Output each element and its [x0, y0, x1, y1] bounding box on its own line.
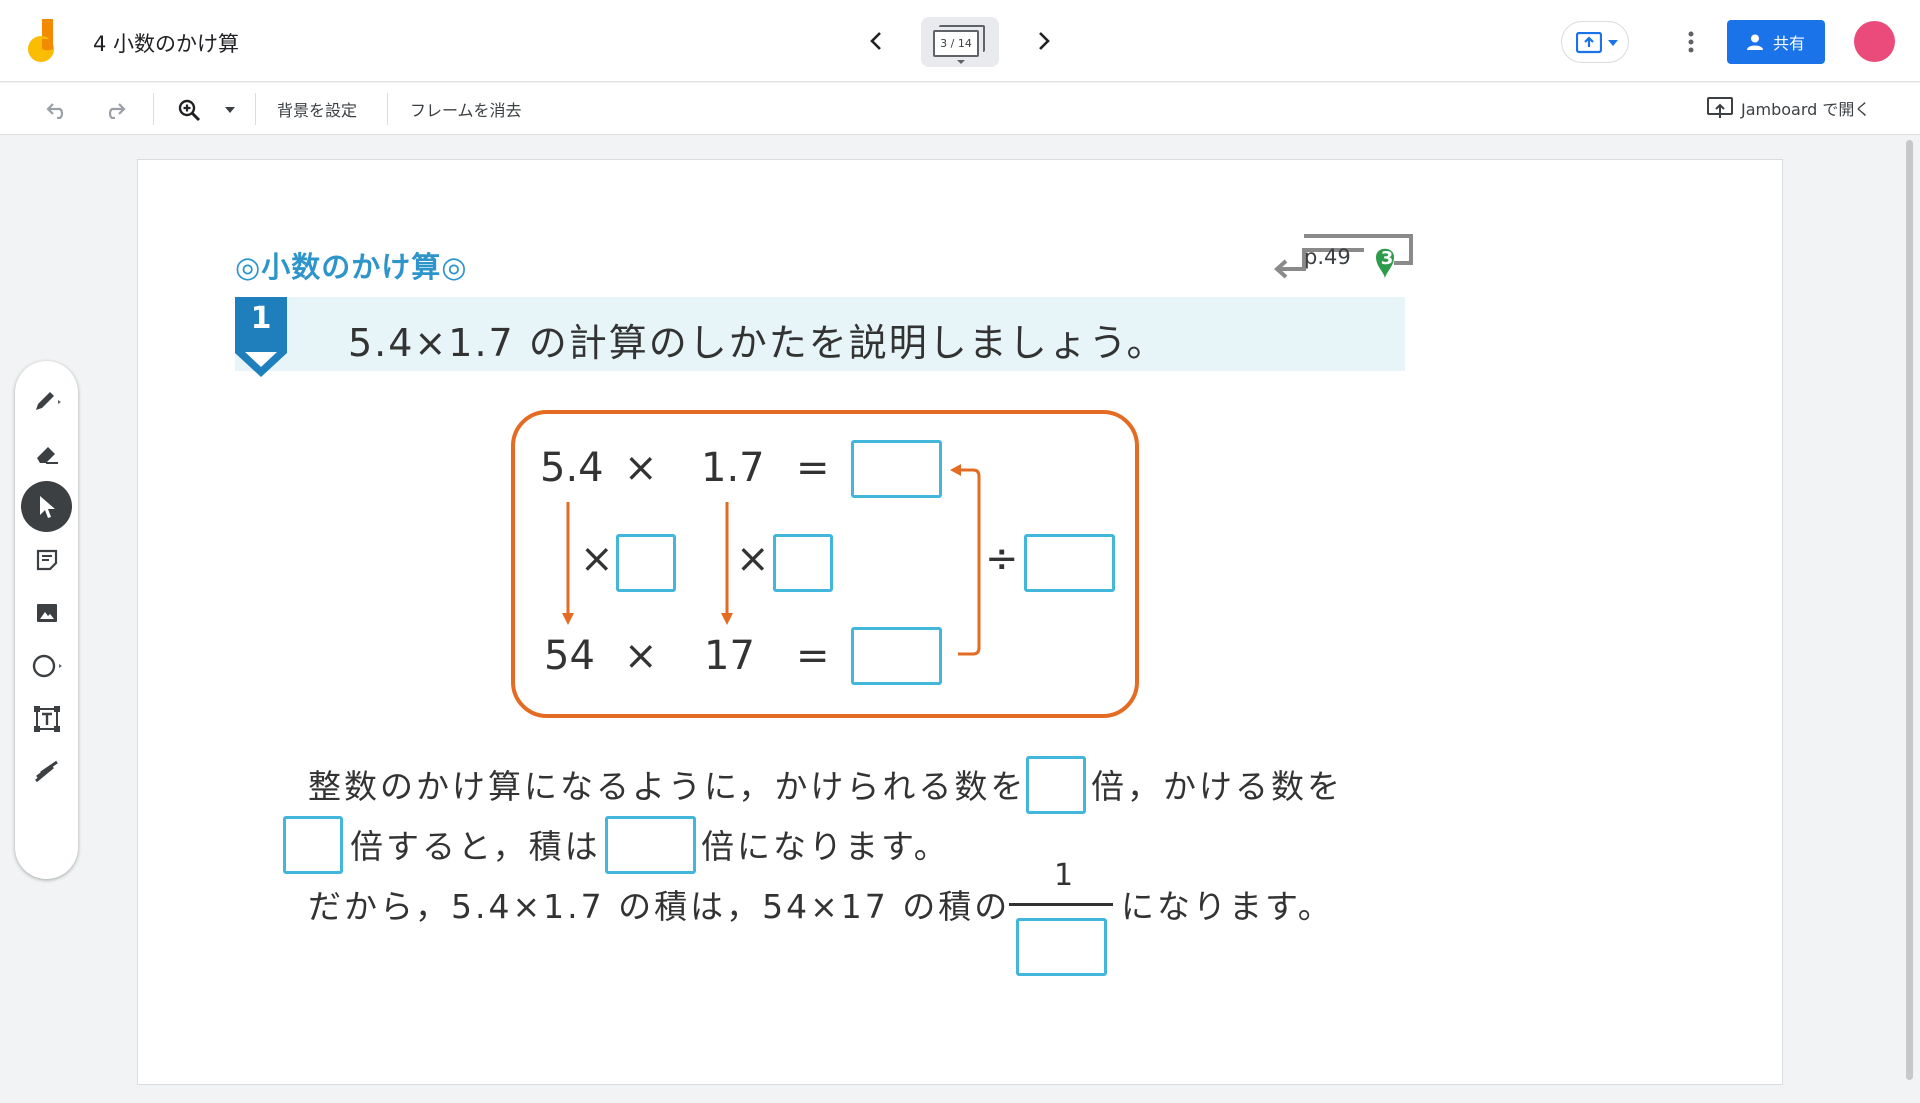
- zoom-button[interactable]: [174, 95, 204, 125]
- dropdown-arrow-icon: [1608, 40, 1618, 46]
- fraction-bar: [1009, 903, 1113, 906]
- toolbar-divider: [153, 93, 154, 125]
- document-title[interactable]: 4 小数のかけ算: [93, 28, 239, 58]
- toolbar-divider: [387, 93, 388, 125]
- laser-icon: [34, 760, 58, 782]
- chevron-down-icon: [957, 60, 965, 64]
- redo-button[interactable]: [100, 95, 130, 125]
- next-frame-button[interactable]: [1029, 26, 1059, 56]
- answer-blank[interactable]: [283, 816, 343, 874]
- explanation-line-1a: 整数のかけ算になるように，かけられる数を: [308, 767, 1027, 806]
- down-arrow-icon: [562, 502, 574, 625]
- page-reference-badge: 3: [1380, 248, 1394, 269]
- explanation-line-3a: だから，5.4×1.7 の積は，54×17 の積の: [308, 887, 1011, 926]
- fraction-numerator: 1: [1054, 858, 1077, 893]
- tool-panel: [15, 361, 78, 879]
- explanation-line-3b: になります。: [1121, 887, 1334, 926]
- share-label: 共有: [1772, 34, 1805, 53]
- pen-tool[interactable]: [21, 375, 72, 426]
- toolbar-divider: [255, 93, 256, 125]
- pen-icon: [35, 391, 61, 410]
- person-add-icon: [1746, 34, 1763, 50]
- open-in-jamboard-label: Jamboard で開く: [1741, 100, 1871, 119]
- image-icon: [36, 603, 57, 622]
- app-header: 4 小数のかけ算 3 / 14 共有: [0, 0, 1920, 82]
- chevron-left-icon: [870, 32, 881, 50]
- frame-bar-toggle[interactable]: 3 / 14: [921, 17, 999, 67]
- explanation-line-2b: 倍になります。: [701, 827, 950, 866]
- zoom-in-icon: [178, 99, 201, 122]
- account-avatar[interactable]: [1854, 21, 1895, 62]
- open-in-jamboard-button[interactable]: Jamboard で開く: [1707, 96, 1870, 120]
- vertical-scrollbar[interactable]: [1906, 140, 1913, 1080]
- eraser-tool[interactable]: [21, 428, 72, 479]
- text-box-tool[interactable]: [21, 693, 72, 744]
- clear-frame-button[interactable]: フレームを消去: [410, 97, 522, 121]
- whiteboard-canvas[interactable]: ◎小数のかけ算◎ p.49 3 1 5.4×1.7 の計算のしかたを説明しましょ…: [137, 159, 1783, 1085]
- zoom-dropdown[interactable]: [215, 95, 245, 125]
- answer-blank[interactable]: [1026, 756, 1086, 814]
- jamboard-logo: [28, 19, 54, 62]
- present-button[interactable]: [1561, 21, 1629, 63]
- laser-tool[interactable]: [21, 746, 72, 797]
- image-tool[interactable]: [21, 587, 72, 638]
- eraser-icon: [36, 446, 58, 464]
- answer-blank[interactable]: [1016, 918, 1107, 976]
- page-reference: p.49: [1304, 245, 1351, 269]
- explanation-line-2a: 倍すると，積は: [350, 827, 601, 866]
- more-options-button[interactable]: [1676, 24, 1706, 60]
- open-in-app-icon: [1707, 97, 1733, 118]
- redo-icon: [108, 103, 126, 119]
- sticky-note-icon: [36, 549, 57, 570]
- more-vert-icon: [1688, 31, 1694, 53]
- present-icon: [1576, 32, 1602, 54]
- calc-arrows: [562, 464, 981, 656]
- explanation-line-1b: 倍，かける数を: [1091, 767, 1343, 806]
- select-tool[interactable]: [21, 481, 72, 532]
- undo-icon: [46, 103, 64, 119]
- answer-blank[interactable]: [605, 816, 696, 874]
- previous-frame-button[interactable]: [861, 26, 891, 56]
- cursor-arrow-icon: [39, 495, 55, 518]
- edit-toolbar: 背景を設定 フレームを消去 Jamboard で開く: [0, 83, 1920, 135]
- undo-button[interactable]: [42, 95, 72, 125]
- circle-icon: [32, 654, 62, 677]
- text-box-icon: [33, 705, 60, 732]
- chevron-right-icon: [1039, 32, 1050, 50]
- shape-tool[interactable]: [21, 640, 72, 691]
- frame-indicator: 3 / 14: [933, 30, 979, 57]
- set-background-button[interactable]: 背景を設定: [277, 97, 357, 121]
- dropdown-arrow-icon: [225, 107, 235, 113]
- share-button[interactable]: 共有: [1727, 20, 1825, 64]
- up-return-arrow-icon: [950, 464, 981, 656]
- down-arrow-icon: [721, 502, 733, 625]
- sticky-note-tool[interactable]: [21, 534, 72, 585]
